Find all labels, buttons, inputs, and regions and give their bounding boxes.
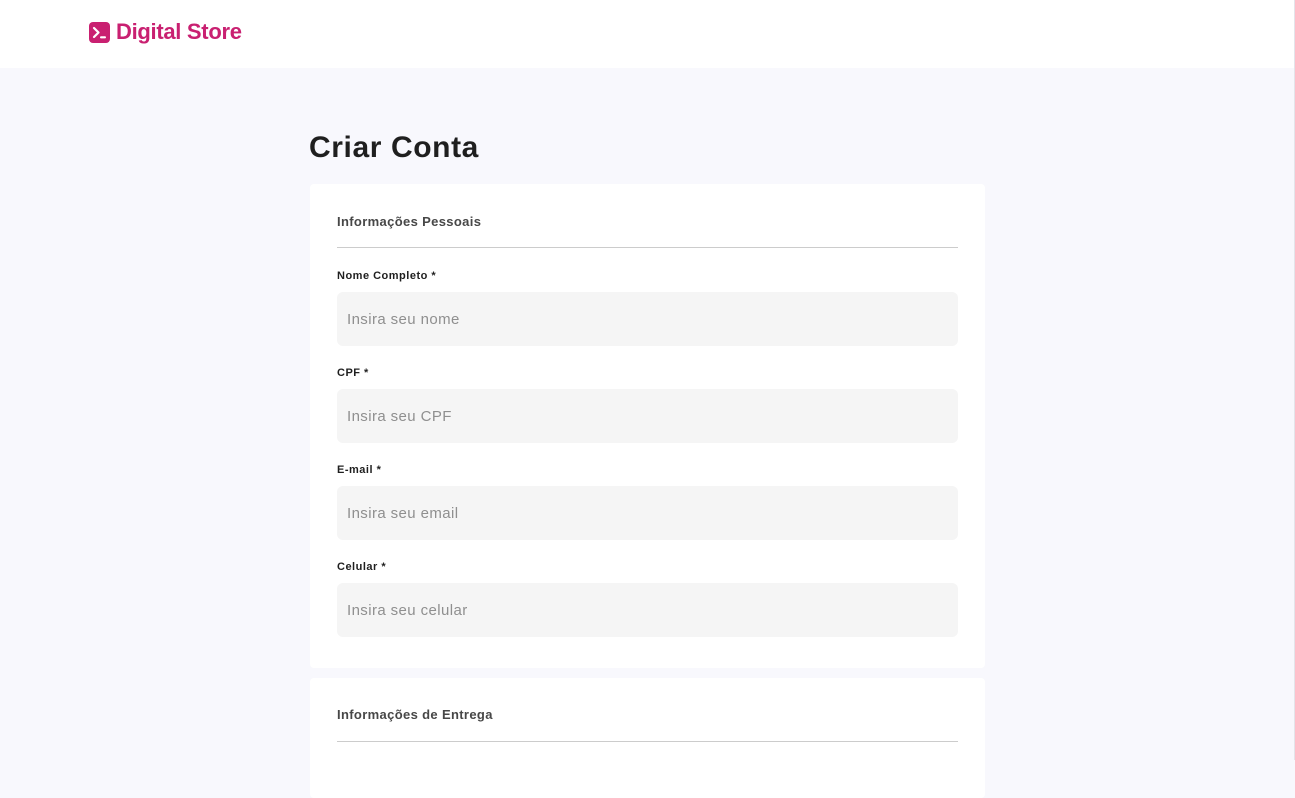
store-logo[interactable]: Digital Store xyxy=(89,20,242,44)
cpf-input[interactable] xyxy=(337,389,958,443)
logo-text: Digital Store xyxy=(116,19,242,44)
cpf-field: CPF * xyxy=(337,367,958,443)
cpf-label: CPF * xyxy=(337,367,369,379)
terminal-icon xyxy=(89,21,110,43)
email-field: E-mail * xyxy=(337,464,958,540)
delivery-info-card: Informações de Entrega xyxy=(310,678,985,798)
page-title: Criar Conta xyxy=(309,131,479,164)
email-label: E-mail * xyxy=(337,464,382,476)
full-name-label: Nome Completo * xyxy=(337,270,437,282)
personal-info-card: Informações Pessoais Nome Completo * CPF… xyxy=(310,184,985,668)
top-header: Digital Store xyxy=(0,0,1295,68)
full-name-input[interactable] xyxy=(337,292,958,346)
phone-label: Celular * xyxy=(337,561,387,573)
phone-field: Celular * xyxy=(337,561,958,637)
email-input[interactable] xyxy=(337,486,958,540)
phone-input[interactable] xyxy=(337,583,958,637)
full-name-field: Nome Completo * xyxy=(337,270,958,346)
delivery-info-section-title: Informações de Entrega xyxy=(337,678,958,742)
personal-info-section-title: Informações Pessoais xyxy=(337,184,958,248)
